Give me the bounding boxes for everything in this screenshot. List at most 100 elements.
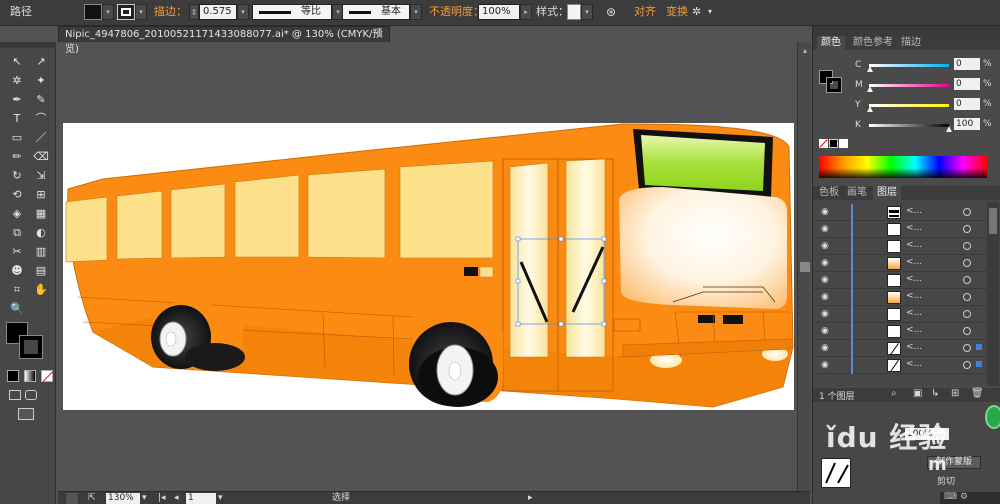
target-circle-icon[interactable]: [963, 361, 971, 369]
target-circle-icon[interactable]: [963, 225, 971, 233]
target-circle-icon[interactable]: [963, 310, 971, 318]
channel-c-slider[interactable]: [869, 64, 949, 67]
warp-tool-icon[interactable]: ⟲: [8, 187, 26, 203]
tab-stroke[interactable]: 描边: [901, 36, 921, 50]
shape-builder-tool-icon[interactable]: ◈: [8, 206, 26, 222]
layer-row[interactable]: ◉ <...: [813, 255, 1000, 272]
target-circle-icon[interactable]: [963, 293, 971, 301]
stroke-swatch[interactable]: [117, 4, 135, 20]
gradient-mode-icon[interactable]: [24, 370, 36, 382]
variable-width-profile[interactable]: 等比: [252, 4, 332, 20]
transform-link[interactable]: 变换: [666, 4, 688, 20]
free-transform-tool-icon[interactable]: ⊞: [32, 187, 50, 203]
tab-color-guide[interactable]: 颜色参考: [853, 36, 893, 50]
brush-definition[interactable]: 基本: [342, 4, 410, 20]
stroke-width-dropdown[interactable]: ▾: [237, 4, 249, 20]
export-icon[interactable]: ⇱: [88, 493, 96, 504]
control-menu-icon[interactable]: ▾: [708, 4, 712, 20]
magic-wand-tool-icon[interactable]: ✲: [8, 73, 26, 89]
scale-tool-icon[interactable]: ⇲: [32, 168, 50, 184]
delete-layer-icon[interactable]: 🗑: [971, 388, 984, 399]
layer-row[interactable]: ◉ <...: [813, 323, 1000, 340]
first-artboard-icon[interactable]: |◂: [158, 493, 166, 504]
fill-swatch[interactable]: [84, 4, 102, 20]
visibility-eye-icon[interactable]: ◉: [821, 275, 831, 285]
lasso-tool-icon[interactable]: ✦: [32, 73, 50, 89]
artboard-dropdown-icon[interactable]: ▾: [218, 493, 223, 504]
stroke-label[interactable]: 描边：: [154, 4, 187, 20]
channel-c-knob[interactable]: [867, 66, 873, 72]
scroll-up-icon[interactable]: ▴: [800, 46, 810, 56]
selection-indicator[interactable]: [976, 344, 982, 350]
white-swatch[interactable]: [839, 139, 848, 148]
floating-badge[interactable]: [985, 405, 1000, 429]
eyedropper-tool-icon[interactable]: ✂: [8, 244, 26, 260]
channel-y-knob[interactable]: [867, 106, 873, 112]
canvas-vertical-scrollbar[interactable]: ▴: [797, 42, 811, 492]
close-icon[interactable]: ×: [376, 27, 384, 42]
draw-mode-icon[interactable]: [9, 390, 21, 400]
type-tool-icon[interactable]: T: [8, 111, 26, 127]
new-layer-icon[interactable]: ⊞: [951, 388, 959, 399]
ime-toolbar[interactable]: ⌨ ⚙: [940, 492, 1000, 504]
style-dropdown[interactable]: ▾: [581, 4, 593, 20]
align-link[interactable]: 对齐: [634, 4, 656, 20]
opacity-dropdown[interactable]: ▸: [520, 4, 532, 20]
color-mode-icon[interactable]: [7, 370, 19, 382]
layer-row[interactable]: ◉ <...: [813, 306, 1000, 323]
status-panel-icon[interactable]: [66, 493, 78, 504]
target-circle-icon[interactable]: [963, 276, 971, 284]
opacity-label[interactable]: 不透明度：: [429, 4, 484, 20]
panel-stroke-icon[interactable]: [826, 77, 842, 93]
pen-tool-icon[interactable]: ✒: [8, 92, 26, 108]
locate-object-icon[interactable]: ⌕: [891, 388, 897, 399]
layer-row[interactable]: ◉ <...: [813, 204, 1000, 221]
mesh-tool-icon[interactable]: ⧉: [8, 225, 26, 241]
visibility-eye-icon[interactable]: ◉: [821, 326, 831, 336]
document-tab[interactable]: Nipic_4947806_20100521171433088077.ai* @…: [58, 26, 390, 55]
tab-color[interactable]: 颜色: [817, 36, 845, 50]
visibility-eye-icon[interactable]: ◉: [821, 241, 831, 251]
black-swatch[interactable]: [829, 139, 838, 148]
visibility-eye-icon[interactable]: ◉: [821, 360, 831, 370]
target-circle-icon[interactable]: [963, 259, 971, 267]
blend-tool-icon[interactable]: ▥: [32, 244, 50, 260]
symbol-sprayer-tool-icon[interactable]: ☻: [8, 263, 26, 279]
tab-brushes[interactable]: 画笔: [847, 186, 867, 200]
dock-grip[interactable]: [813, 26, 1000, 36]
target-circle-icon[interactable]: [963, 327, 971, 335]
target-circle-icon[interactable]: [963, 242, 971, 250]
bus-illustration[interactable]: [63, 117, 796, 417]
curvature-tool-icon[interactable]: ✎: [32, 92, 50, 108]
channel-m-knob[interactable]: [867, 86, 873, 92]
arc-tool-icon[interactable]: ⌒: [32, 111, 50, 127]
line-tool-icon[interactable]: ／: [32, 130, 50, 146]
clipping-mask-icon[interactable]: ▣: [913, 388, 922, 399]
visibility-eye-icon[interactable]: ◉: [821, 343, 831, 353]
opacity-input[interactable]: 100%: [478, 4, 520, 20]
visibility-eye-icon[interactable]: ◉: [821, 207, 831, 217]
rectangle-tool-icon[interactable]: ▭: [8, 130, 26, 146]
selection-indicator[interactable]: [976, 361, 982, 367]
selection-tool-icon[interactable]: ↖: [8, 54, 26, 70]
slice-tool-icon[interactable]: ✋: [32, 282, 50, 298]
target-circle-icon[interactable]: [963, 208, 971, 216]
isolate-icon[interactable]: ✲: [692, 4, 701, 20]
layer-row[interactable]: ◉ <...: [813, 272, 1000, 289]
channel-y-slider[interactable]: [869, 104, 949, 107]
channel-y-input[interactable]: 0: [954, 98, 980, 110]
clip-checkbox-label[interactable]: 剪切: [937, 474, 955, 487]
stroke-dropdown[interactable]: ▾: [135, 4, 147, 20]
visibility-eye-icon[interactable]: ◉: [821, 292, 831, 302]
layer-row[interactable]: ◉ <...: [813, 238, 1000, 255]
fill-dropdown[interactable]: ▾: [102, 4, 114, 20]
zoom-dropdown-icon[interactable]: ▾: [142, 493, 147, 504]
stroke-width-input[interactable]: 0.575: [199, 4, 237, 20]
visibility-eye-icon[interactable]: ◉: [821, 224, 831, 234]
tab-swatches[interactable]: 色板: [819, 186, 839, 200]
mask-thumbnail[interactable]: [821, 458, 851, 488]
new-sublayer-icon[interactable]: ↳: [931, 388, 939, 399]
artboard-tool-icon[interactable]: ⌗: [8, 282, 26, 298]
graph-tool-icon[interactable]: ▤: [32, 263, 50, 279]
tab-layers[interactable]: 图层: [873, 186, 901, 200]
